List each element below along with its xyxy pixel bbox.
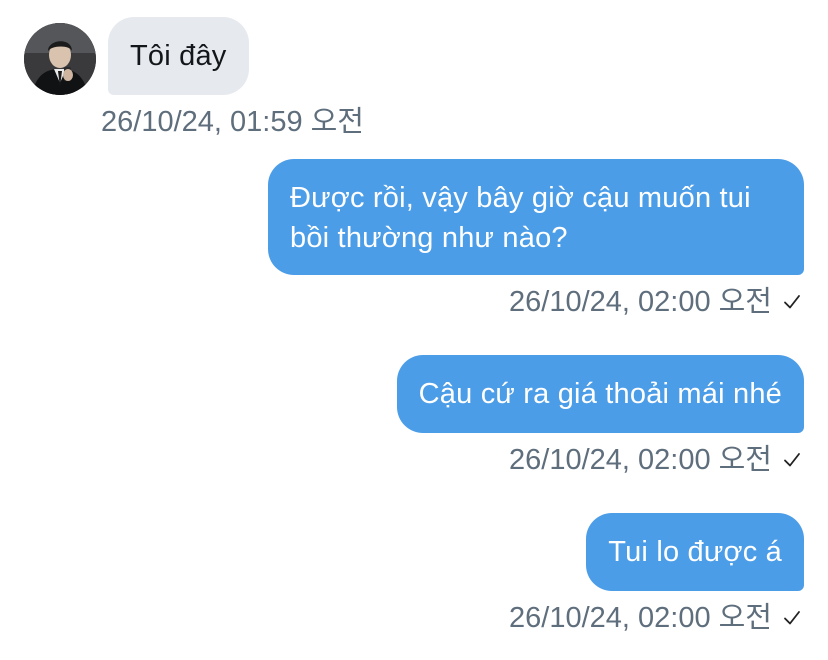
checkmark-icon xyxy=(784,295,800,309)
message-text: Tui lo được á xyxy=(608,536,782,568)
checkmark-icon xyxy=(784,611,800,625)
timestamp-text: 26/10/24, 02:00 오전 xyxy=(509,602,772,634)
outgoing-message-bubble[interactable]: Được rồi, vậy bây giờ cậu muốn tui bồi t… xyxy=(268,159,804,275)
message-timestamp: 26/10/24, 01:59 오전 xyxy=(101,105,364,139)
chat-thread: Tôi đây 26/10/24, 01:59 오전 Được rồi, vậy… xyxy=(0,0,828,660)
outgoing-message-bubble[interactable]: Tui lo được á xyxy=(586,513,804,591)
timestamp-text: 26/10/24, 02:00 오전 xyxy=(509,444,772,476)
timestamp-text: 26/10/24, 02:00 오전 xyxy=(509,286,772,318)
message-text: Tôi đây xyxy=(130,40,227,72)
timestamp-text: 26/10/24, 01:59 오전 xyxy=(101,106,364,138)
message-timestamp: 26/10/24, 02:00 오전 xyxy=(509,601,802,635)
message-text: Được rồi, vậy bây giờ cậu muốn tui bồi t… xyxy=(290,182,751,254)
avatar-photo xyxy=(24,23,96,95)
message-timestamp: 26/10/24, 02:00 오전 xyxy=(509,443,802,477)
checkmark-icon xyxy=(784,453,800,467)
sender-avatar[interactable] xyxy=(24,23,96,95)
incoming-message-bubble[interactable]: Tôi đây xyxy=(108,17,249,95)
message-timestamp: 26/10/24, 02:00 오전 xyxy=(509,285,802,319)
message-text: Cậu cứ ra giá thoải mái nhé xyxy=(418,378,782,410)
outgoing-message-bubble[interactable]: Cậu cứ ra giá thoải mái nhé xyxy=(396,355,804,433)
